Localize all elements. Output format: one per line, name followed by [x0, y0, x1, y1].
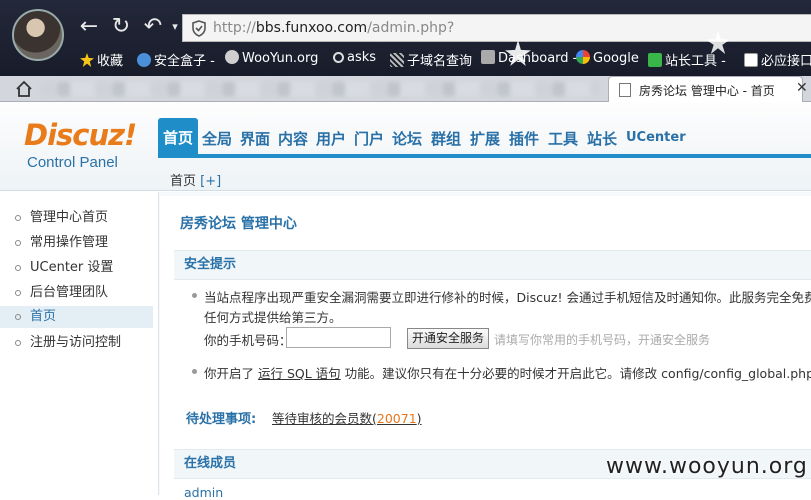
bookmark-item[interactable]: 收藏 [80, 50, 123, 69]
bookmark-item[interactable]: 站长工具 - [648, 50, 726, 69]
sidebar-item-admin-home[interactable]: 管理中心首页 [0, 207, 153, 229]
refresh-icon[interactable]: ↻ [108, 14, 134, 40]
bookmark-item[interactable]: Google [576, 50, 639, 66]
search-icon [333, 52, 344, 63]
page-title: 房秀论坛 管理中心 [180, 216, 297, 232]
security-notice-line2: 任何方式提供给第三方。 [204, 310, 342, 325]
sidebar: 管理中心首页 常用操作管理 UCenter 设置 后台管理团队 首页 注册与访问… [0, 192, 153, 495]
bookmark-item[interactable]: 必应接口( [744, 50, 811, 69]
nav-tab-tools[interactable]: 工具 [548, 128, 578, 149]
nav-tab-global[interactable]: 全局 [202, 128, 232, 149]
top-navigation: 首页 全局 界面 内容 用户 门户 论坛 群组 扩展 插件 工具 站长 UCen… [158, 118, 811, 158]
nav-tab-home[interactable]: 首页 [158, 118, 198, 158]
bullet-icon [15, 340, 21, 346]
tab-active[interactable]: 房秀论坛 管理中心 - 首页 [608, 76, 803, 102]
bullet-icon [192, 293, 197, 298]
sidebar-item-home[interactable]: 首页 [0, 306, 153, 328]
bookmarks-bar: 收藏 安全盒子 - WooYun.org asks 子域名查询 Dashboar… [0, 47, 811, 71]
tools-icon [648, 53, 662, 67]
blurred-tabs [40, 82, 600, 96]
bookmark-item[interactable]: 子域名查询 [390, 50, 472, 69]
online-user-link[interactable]: admin [184, 485, 223, 500]
nav-tab-extended[interactable]: 扩展 [470, 128, 500, 149]
phone-label: 你的手机号码： [204, 333, 292, 348]
google-icon [576, 50, 590, 64]
page-icon [619, 83, 631, 97]
cloud-icon [225, 50, 239, 64]
admin-header: Discuz! Control Panel 首页 全局 界面 内容 用户 门户 … [0, 103, 811, 191]
nav-tab-group[interactable]: 群组 [431, 128, 461, 149]
nav-tab-user[interactable]: 用户 [316, 128, 346, 149]
nav-tab-content[interactable]: 内容 [278, 128, 308, 149]
enable-security-service-button[interactable]: 开通安全服务 [407, 328, 489, 349]
tab-bar: 房秀论坛 管理中心 - 首页 ✕ [0, 76, 811, 102]
home-icon[interactable] [15, 80, 33, 98]
watermark: www.wooyun.org [606, 454, 808, 479]
close-icon[interactable]: ✕ [796, 80, 808, 96]
pending-count: 20071 [376, 411, 417, 426]
main-content: 房秀论坛 管理中心 安全提示 当站点程序出现严重安全漏洞需要立即进行修补的时候，… [160, 196, 811, 500]
sidebar-item-register-access[interactable]: 注册与访问控制 [0, 332, 153, 354]
security-heading: 安全提示 [174, 250, 811, 280]
browser-toolbar: ← ↻ ↶ ▾ http://bbs.funxoo.com/admin.php?… [0, 0, 811, 76]
fox-icon [137, 53, 151, 67]
bullet-icon [15, 314, 21, 320]
phone-number-input[interactable] [286, 327, 391, 348]
nav-tab-ucenter[interactable]: UCenter [626, 130, 686, 145]
breadcrumb-home[interactable]: 首页 [170, 174, 196, 189]
shield-icon [192, 20, 206, 37]
grid-icon [390, 53, 404, 67]
sidebar-item-admin-team[interactable]: 后台管理团队 [0, 282, 153, 304]
dashboard-icon [481, 50, 495, 64]
bullet-icon [15, 240, 21, 246]
security-notice-line1: 当站点程序出现严重安全漏洞需要立即进行修补的时候，Discuz! 会通过手机短信… [204, 290, 811, 305]
pending-members-link[interactable]: 等待审核的会员数(20071) [272, 408, 422, 427]
sidebar-item-ucenter-settings[interactable]: UCenter 设置 [0, 257, 153, 279]
page-icon [744, 53, 758, 67]
breadcrumb-add-button[interactable]: [+] [200, 174, 221, 189]
run-sql-link[interactable]: 运行 SQL 语句 [258, 366, 341, 381]
discuz-logo[interactable]: Discuz! [24, 118, 137, 152]
tab-title: 房秀论坛 管理中心 - 首页 [639, 84, 775, 98]
bookmark-item[interactable]: asks [333, 50, 376, 65]
breadcrumb: 首页 [+] [170, 170, 221, 189]
bookmark-item[interactable]: WooYun.org [225, 50, 318, 66]
nav-tab-forum[interactable]: 论坛 [392, 128, 422, 149]
back-arrow-icon[interactable]: ← [76, 14, 102, 40]
nav-tab-founder[interactable]: 站长 [587, 128, 617, 149]
nav-tab-style[interactable]: 界面 [240, 128, 270, 149]
logo-subtitle: Control Panel [27, 154, 118, 171]
pending-items-label: 待处理事项: [186, 412, 257, 427]
bullet-icon [15, 290, 21, 296]
nav-tab-portal[interactable]: 门户 [354, 128, 384, 149]
bullet-icon [192, 369, 197, 374]
star-icon [80, 53, 94, 67]
sidebar-item-common-ops[interactable]: 常用操作管理 [0, 232, 153, 254]
url-text: http://bbs.funxoo.com/admin.php? [213, 20, 455, 36]
phone-hint: 请填写你常用的手机号码，开通安全服务 [494, 333, 711, 347]
bookmark-item[interactable]: 安全盒子 - [137, 50, 215, 69]
bookmark-item[interactable]: Dashboard - [481, 50, 577, 66]
sql-notice: 你开启了 运行 SQL 语句 功能。建议你只有在十分必要的时候才开启此它。请修改… [204, 366, 811, 381]
nav-tab-plugin[interactable]: 插件 [509, 128, 539, 149]
bullet-icon [15, 215, 21, 221]
bullet-icon [15, 265, 21, 271]
